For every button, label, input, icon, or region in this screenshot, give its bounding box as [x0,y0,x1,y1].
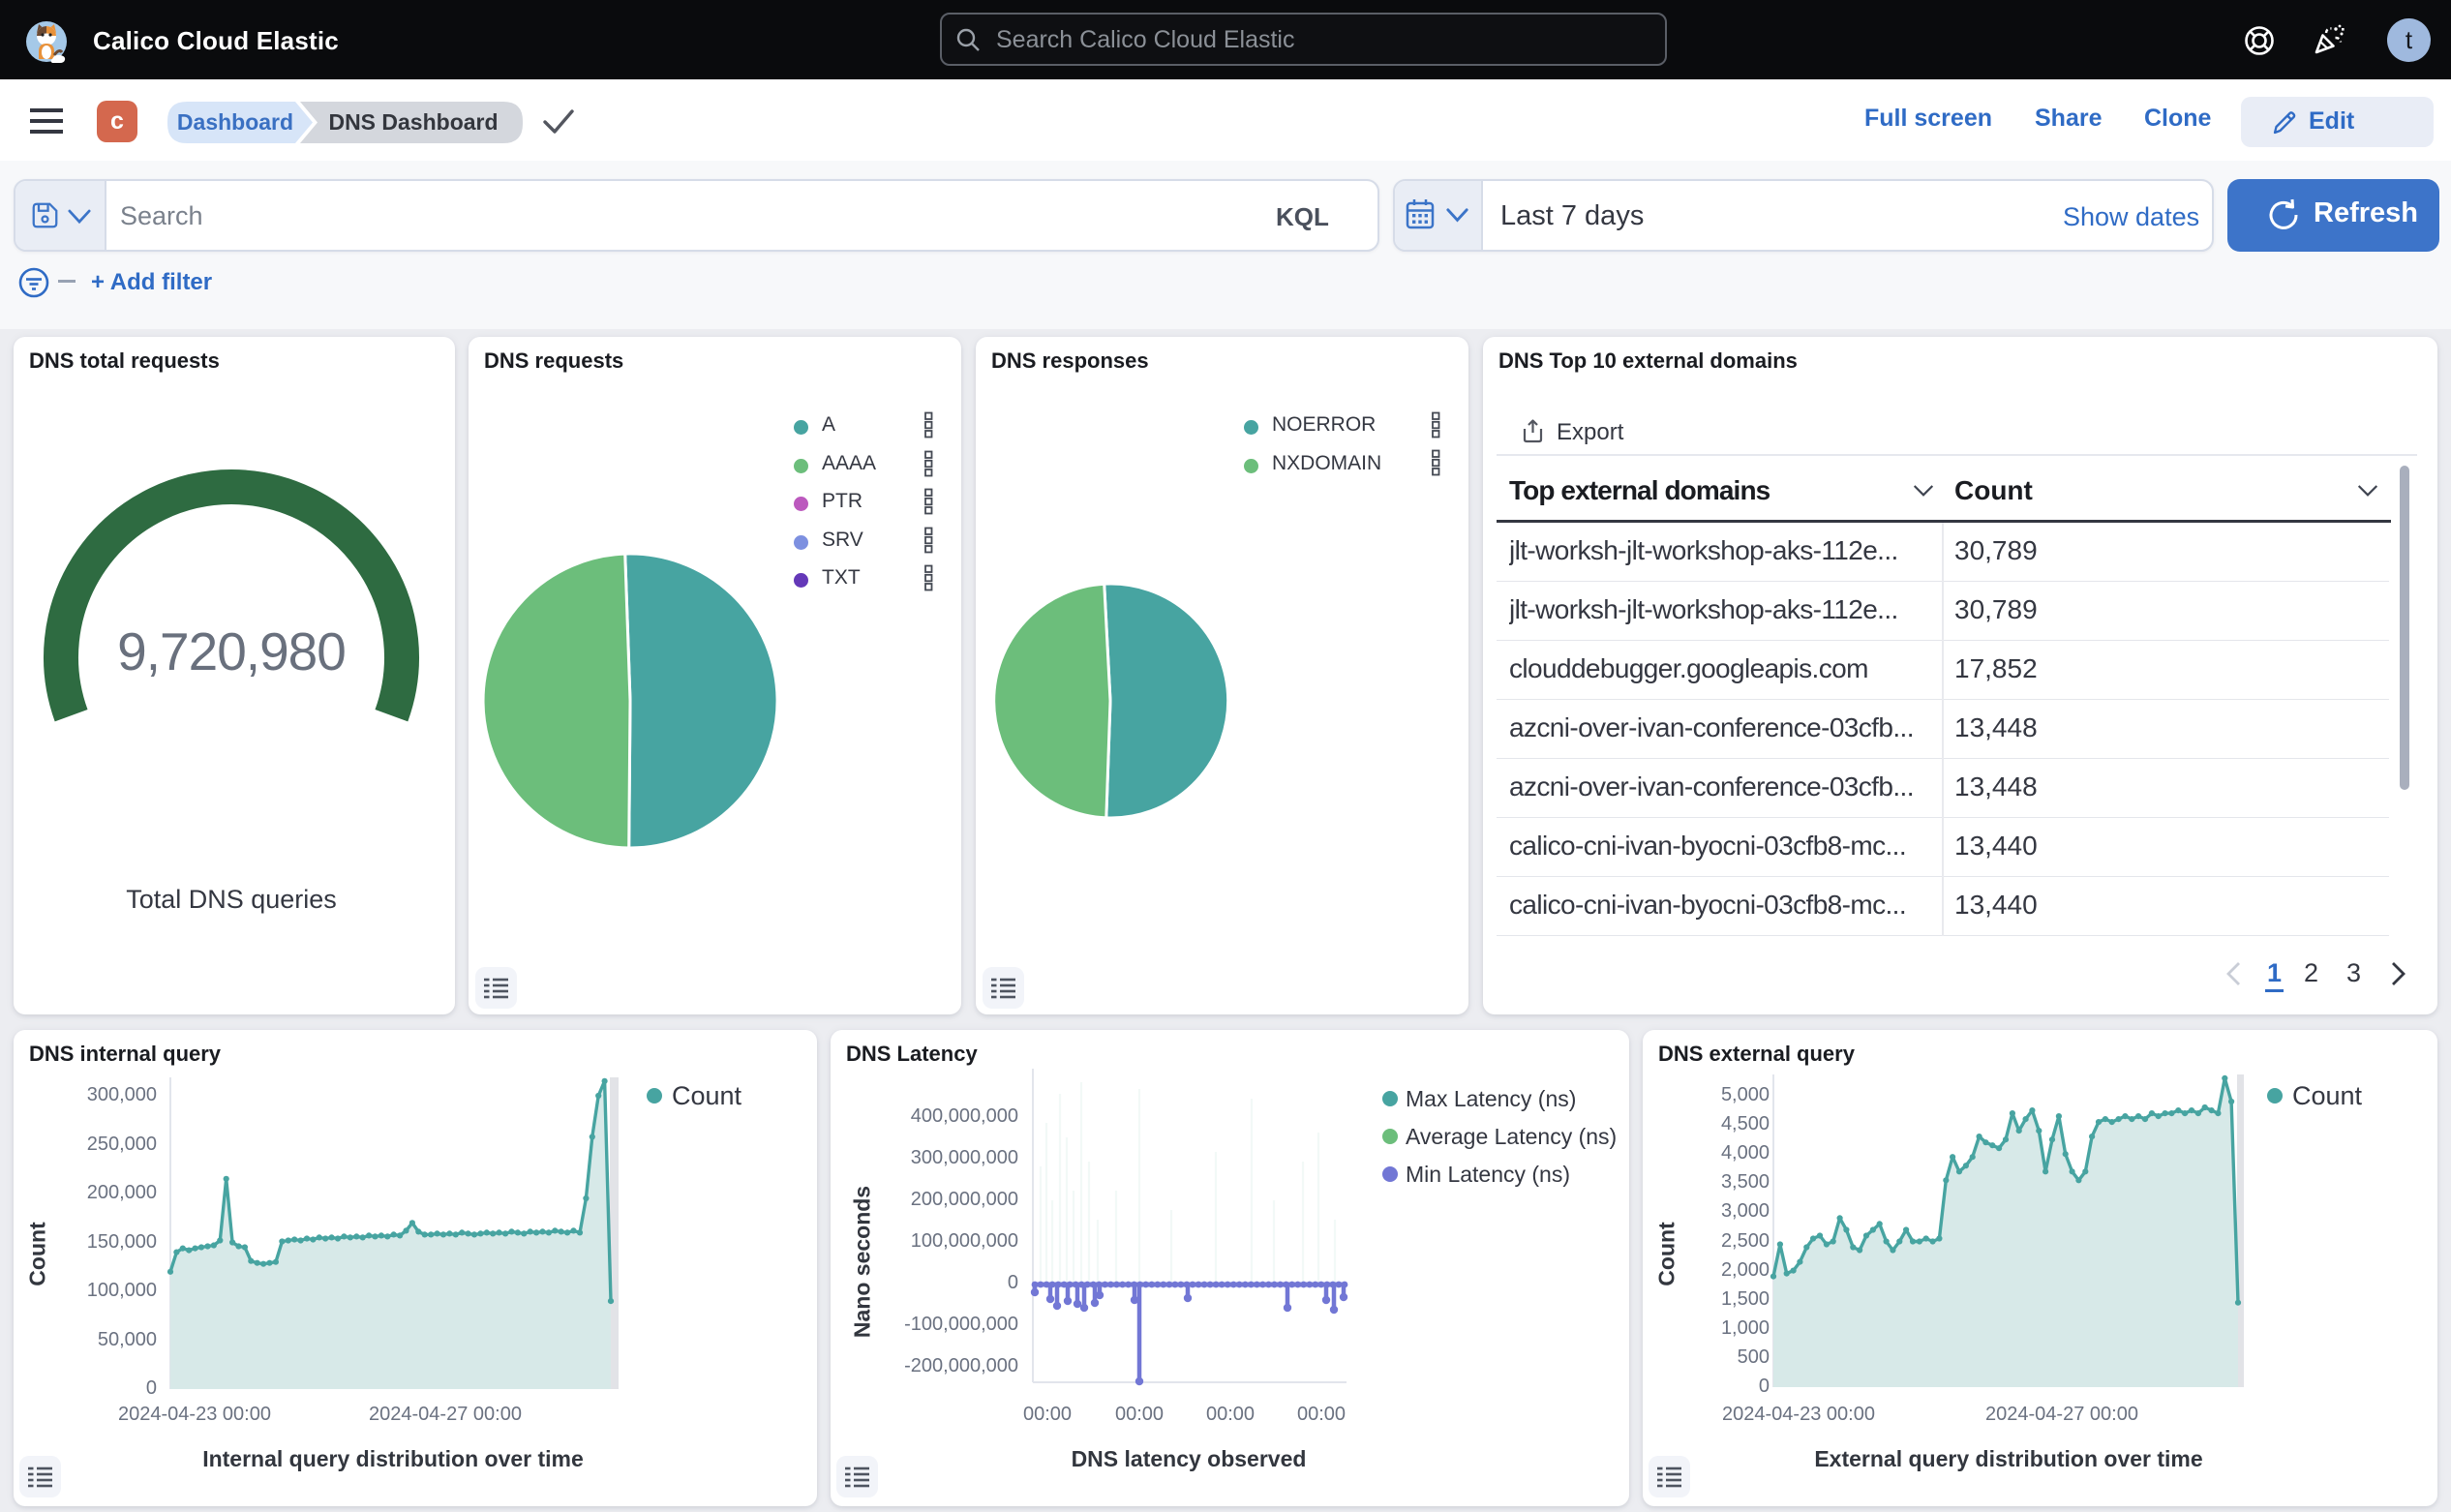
svg-text:DNS Dashboard: DNS Dashboard [328,109,498,135]
svg-text:9,720,980: 9,720,980 [117,621,346,681]
svg-text:Dashboard: Dashboard [177,109,293,135]
svg-text:Total DNS queries: Total DNS queries [126,885,337,914]
